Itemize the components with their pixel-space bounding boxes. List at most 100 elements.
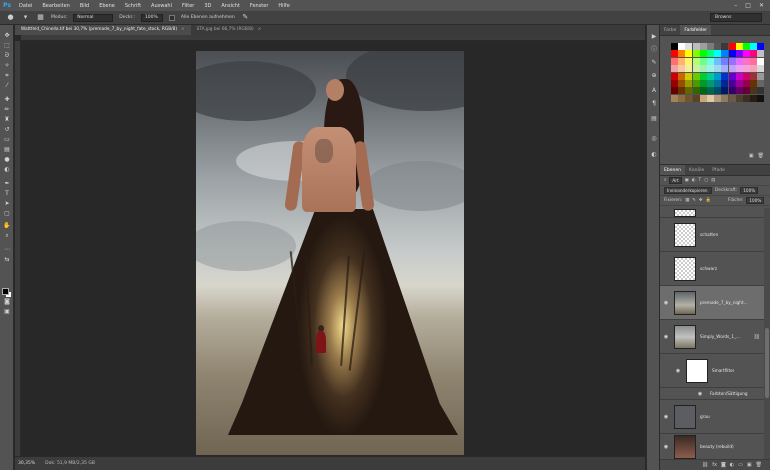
type-tool-icon[interactable]: T [1, 189, 13, 199]
menu-fenster[interactable]: Fenster [245, 3, 274, 9]
color-swatch[interactable] [728, 50, 736, 58]
color-swatch[interactable] [678, 50, 686, 58]
lock-move-icon[interactable]: ✥ [699, 198, 703, 203]
healing-tool-icon[interactable]: ✚ [1, 95, 13, 105]
eye-icon[interactable]: ◉ [660, 300, 672, 306]
info-icon[interactable]: ⓘ [650, 46, 658, 54]
color-swatch[interactable] [750, 50, 758, 58]
paragraph-icon[interactable]: ¶ [650, 100, 658, 108]
color-swatch[interactable] [750, 65, 758, 73]
layer-row[interactable]: ◉ Simply_Words_1_... ⛓ [660, 320, 764, 354]
color-swatch[interactable] [721, 57, 729, 65]
color-swatch[interactable] [692, 50, 700, 58]
color-swatch[interactable] [671, 50, 678, 58]
eye-icon[interactable]: ◉ [672, 368, 684, 374]
tool-preset-icon[interactable]: ● [6, 13, 15, 22]
workspace-select[interactable]: Browns [710, 13, 762, 22]
color-swatch[interactable] [692, 43, 700, 50]
color-swatch[interactable] [735, 65, 743, 73]
color-swatch[interactable] [735, 94, 743, 102]
color-swatch[interactable] [699, 87, 707, 95]
layers-scrollbar[interactable] [764, 208, 770, 460]
color-swatch[interactable] [728, 43, 736, 50]
move-tool-icon[interactable]: ✥ [1, 31, 13, 41]
menu-3d[interactable]: 3D [199, 3, 216, 9]
color-swatch[interactable] [714, 65, 722, 73]
swap-colors-icon[interactable]: ⇆ [1, 255, 13, 265]
color-swatch[interactable] [699, 43, 707, 50]
vertical-ruler[interactable] [15, 41, 21, 456]
scroll-thumb[interactable] [765, 328, 769, 398]
color-swatch[interactable] [735, 57, 743, 65]
color-swatch[interactable] [714, 57, 722, 65]
shape-tool-icon[interactable]: ▢ [1, 209, 13, 219]
link-icon[interactable]: ⛓ [754, 334, 760, 340]
color-swatch[interactable] [685, 65, 693, 73]
tab-farbe[interactable]: Farbe [660, 25, 680, 35]
history-brush-tool-icon[interactable]: ↺ [1, 125, 13, 135]
tab-sta[interactable]: STA.jpg bei 66,7% (RGB/8) × [191, 25, 268, 35]
layer-row[interactable]: ◉ Farbton/Sättigung [660, 388, 764, 400]
color-swatch[interactable] [757, 50, 765, 58]
color-swatch[interactable] [685, 50, 693, 58]
color-swatch[interactable] [699, 57, 707, 65]
color-swatch[interactable] [714, 87, 722, 95]
color-swatch[interactable] [750, 87, 758, 95]
color-swatch[interactable] [678, 87, 686, 95]
marquee-tool-icon[interactable]: ⬚ [1, 41, 13, 51]
zoom-field[interactable]: 30,35% [18, 461, 35, 466]
color-swatch[interactable] [678, 65, 686, 73]
color-swatch[interactable] [721, 80, 729, 87]
color-swatch[interactable] [743, 43, 750, 50]
eye-icon[interactable]: ◉ [660, 444, 672, 450]
color-swatch[interactable] [699, 72, 707, 80]
brush-tool-icon[interactable]: ✏ [1, 105, 13, 115]
layer-row[interactable]: ◉ Smartfilter [660, 354, 764, 388]
menu-filter[interactable]: Filter [177, 3, 199, 9]
color-swatch[interactable] [707, 50, 714, 58]
color-swatch[interactable] [714, 50, 722, 58]
eye-icon[interactable]: ◉ [660, 414, 672, 420]
color-swatch[interactable] [678, 43, 686, 50]
quick-mask-icon[interactable]: ◙ [1, 297, 13, 307]
color-swatch[interactable] [735, 50, 743, 58]
adjustments-icon[interactable]: ◎ [650, 135, 658, 143]
color-swatch[interactable] [750, 57, 758, 65]
color-swatch[interactable] [685, 80, 693, 87]
color-swatch[interactable] [685, 57, 693, 65]
menu-auswahl[interactable]: Auswahl [146, 3, 177, 9]
lock-all-icon[interactable]: 🔒 [706, 198, 711, 203]
color-swatch[interactable] [699, 94, 707, 102]
color-swatch[interactable] [757, 57, 765, 65]
color-swatch[interactable] [692, 65, 700, 73]
mode-select[interactable]: Normal [73, 13, 114, 22]
brush-panel-icon[interactable]: ▦ [36, 13, 45, 22]
color-swatch[interactable] [735, 72, 743, 80]
color-swatch[interactable] [714, 43, 722, 50]
gradient-tool-icon[interactable]: ▤ [1, 145, 13, 155]
lasso-tool-icon[interactable]: ᘐ [1, 51, 13, 61]
color-swatch[interactable] [721, 65, 729, 73]
new-swatch-icon[interactable]: ▣ [749, 153, 754, 159]
filter-shape-icon[interactable]: ▢ [704, 178, 708, 183]
properties-icon[interactable]: ▤ [650, 115, 658, 123]
color-swatch[interactable] [685, 87, 693, 95]
canvas-area[interactable] [22, 42, 645, 456]
color-swatch[interactable] [757, 72, 765, 80]
document-image[interactable] [196, 51, 464, 455]
minimize-icon[interactable]: – [734, 2, 737, 9]
color-swatch[interactable] [692, 94, 700, 102]
eye-icon[interactable]: ◉ [660, 334, 672, 340]
color-swatch[interactable] [735, 43, 743, 50]
tab-pfade[interactable]: Pfade [708, 165, 729, 175]
color-swatch[interactable] [728, 94, 736, 102]
filter-pixel-icon[interactable]: ▣ [685, 178, 689, 183]
folder-icon[interactable]: ▭ [738, 462, 743, 468]
layer-row[interactable]: ◉ premade_7_by_night... [660, 286, 764, 320]
color-swatch[interactable] [743, 72, 750, 80]
color-swatch[interactable] [750, 94, 758, 102]
foreground-color-swatch[interactable] [2, 288, 9, 295]
menu-bild[interactable]: Bild [75, 3, 94, 9]
fx-icon[interactable]: fx [712, 462, 717, 468]
color-swatch[interactable] [743, 80, 750, 87]
